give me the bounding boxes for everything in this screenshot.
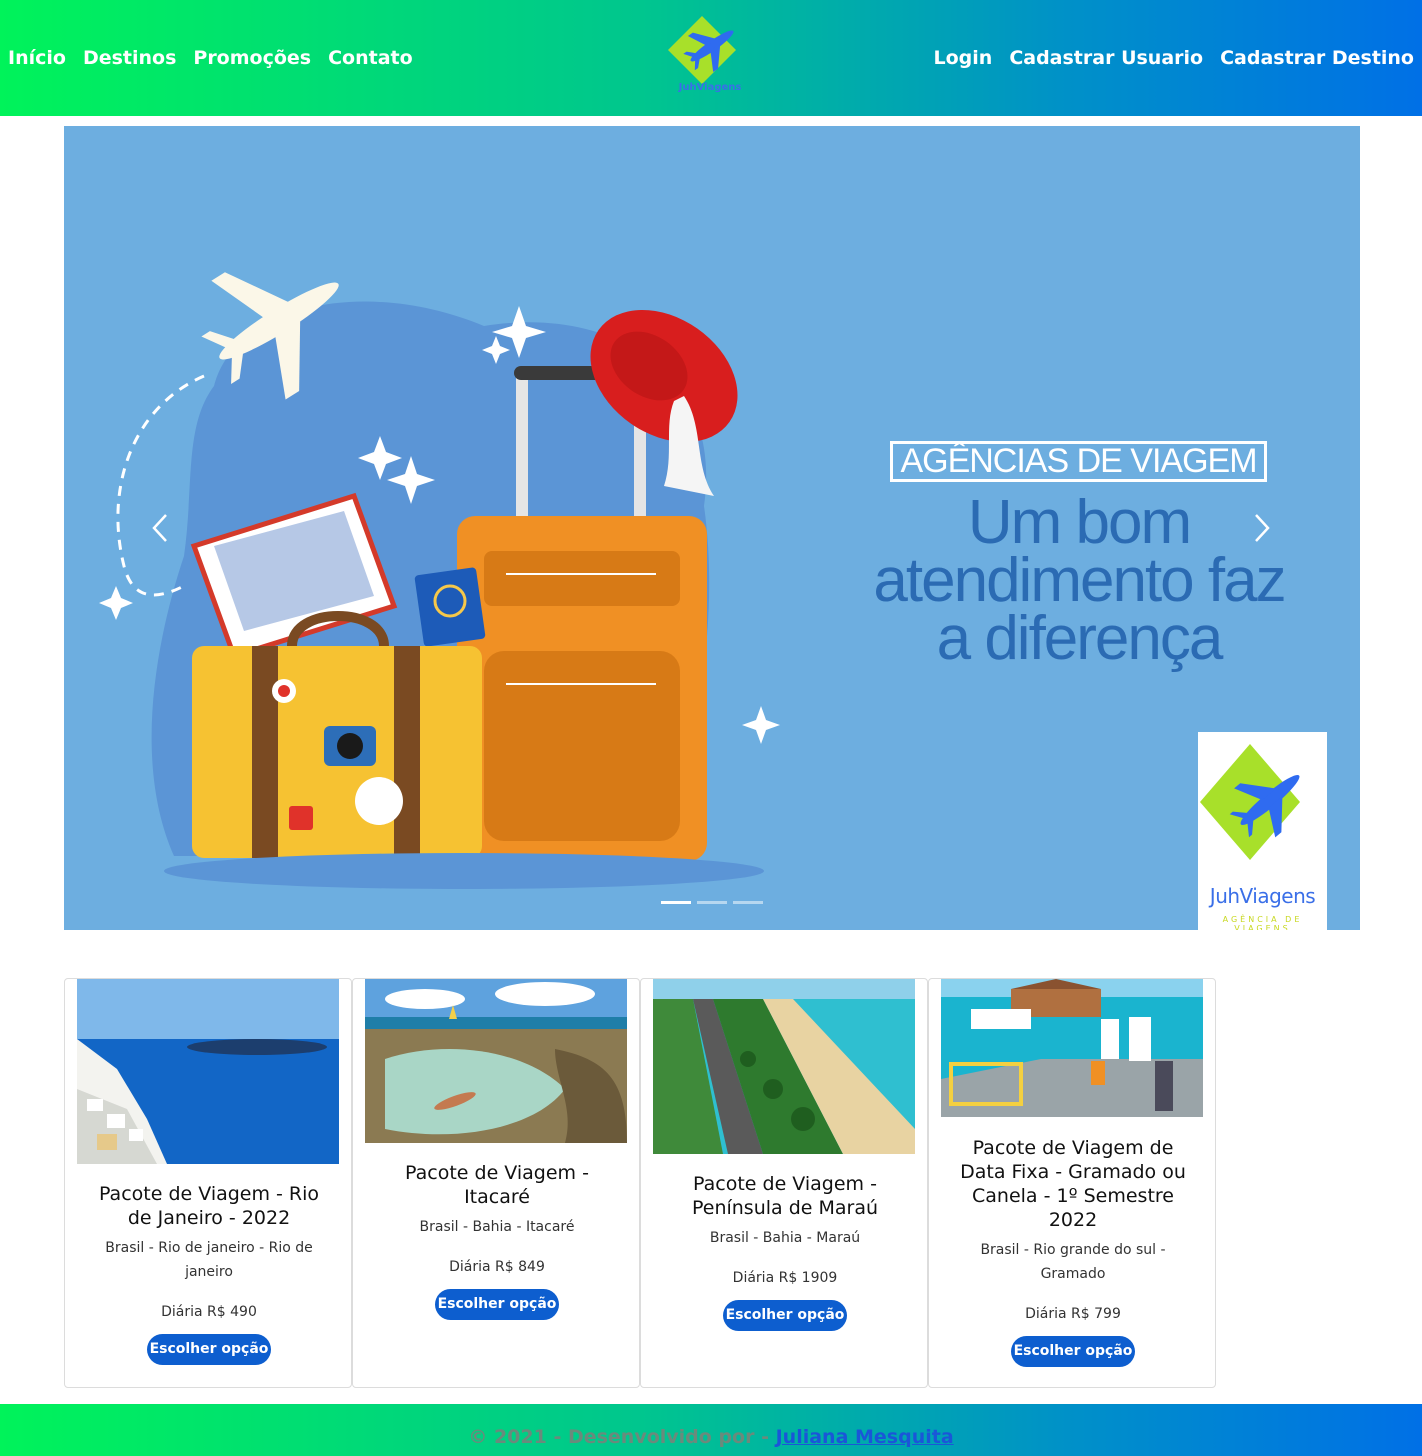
choose-option-button[interactable]: Escolher opção: [1010, 1336, 1136, 1367]
choose-option-button[interactable]: Escolher opção: [146, 1334, 272, 1365]
footer-author-link[interactable]: Juliana Mesquita: [776, 1426, 954, 1448]
nav-link-promocoes[interactable]: Promoções: [193, 47, 311, 69]
choose-option-button[interactable]: Escolher opção: [434, 1289, 560, 1320]
page-footer: © 2021 - Desenvolvido por - Juliana Mesq…: [0, 1404, 1422, 1456]
destination-cards: Pacote de Viagem - Rio de Janeiro - 2022…: [64, 978, 1216, 1388]
card-location: Brasil - Rio de janeiro - Rio de janeiro: [105, 1240, 313, 1280]
nav-right: Login Cadastrar Usuario Cadastrar Destin…: [934, 47, 1415, 69]
footer-text: © 2021 - Desenvolvido por - Juliana Mesq…: [0, 1426, 1422, 1448]
card-title: Pacote de Viagem - Península de Maraú: [691, 1173, 879, 1219]
destination-card: Pacote de Viagem de Data Fixa - Gramado …: [928, 978, 1216, 1388]
banner-brand-sub: AGÊNCIA DE VIAGENS: [1222, 915, 1303, 930]
carousel-prev-button[interactable]: [140, 506, 180, 550]
card-location: Brasil - Bahia - Itacaré: [419, 1219, 575, 1235]
logo-text: JuhViagens: [678, 82, 742, 93]
banner-brand-name: JuhViagens: [1209, 884, 1316, 908]
card-image: [77, 979, 339, 1164]
choose-option-button[interactable]: Escolher opção: [722, 1300, 848, 1331]
nav-link-destinos[interactable]: Destinos: [83, 47, 176, 69]
carousel-indicator[interactable]: [733, 901, 763, 904]
destination-card: Pacote de Viagem - Itacaré Brasil - Bahi…: [352, 978, 640, 1388]
nav-link-cadastrar-destino[interactable]: Cadastrar Destino: [1220, 47, 1414, 69]
chevron-right-icon: [1255, 514, 1270, 542]
hero-carousel: AGÊNCIAS DE VIAGEM Um bom atendimento fa…: [64, 126, 1360, 930]
card-price: Diária R$ 849: [449, 1259, 545, 1275]
carousel-next-button[interactable]: [1242, 506, 1282, 550]
chevron-left-icon: [152, 514, 167, 542]
card-location: Brasil - Bahia - Maraú: [709, 1230, 861, 1246]
card-image: [365, 979, 627, 1143]
nav-link-cadastrar-usuario[interactable]: Cadastrar Usuario: [1009, 47, 1203, 69]
banner-headline: Um bom atendimento faz a diferença: [873, 488, 1286, 673]
card-title: Pacote de Viagem - Rio de Janeiro - 2022: [98, 1183, 320, 1229]
top-navbar: Início Destinos Promoções Contato JuhVia…: [0, 0, 1422, 116]
card-image: [941, 979, 1203, 1117]
card-title: Pacote de Viagem - Itacaré: [405, 1162, 589, 1208]
airplane-logo-icon: [1200, 744, 1300, 860]
nav-link-login[interactable]: Login: [934, 47, 993, 69]
carousel-indicator[interactable]: [661, 901, 691, 904]
card-price: Diária R$ 490: [161, 1304, 257, 1320]
card-price: Diária R$ 1909: [732, 1270, 838, 1286]
card-location: Brasil - Rio grande do sul - Gramado: [980, 1242, 1166, 1282]
card-price: Diária R$ 799: [1025, 1306, 1121, 1322]
banner-badge: AGÊNCIAS DE VIAGEM: [890, 441, 1267, 482]
banner-badge-text: AGÊNCIAS DE VIAGEM: [900, 442, 1257, 480]
card-image: [653, 979, 915, 1154]
nav-link-contato[interactable]: Contato: [328, 47, 413, 69]
nav-left: Início Destinos Promoções Contato: [8, 47, 413, 69]
nav-link-inicio[interactable]: Início: [8, 47, 66, 69]
brand-logo[interactable]: JuhViagens: [664, 12, 756, 104]
banner-brand-logo: JuhViagens AGÊNCIA DE VIAGENS: [1198, 732, 1327, 930]
carousel-indicator[interactable]: [697, 901, 727, 904]
destination-card: Pacote de Viagem - Rio de Janeiro - 2022…: [64, 978, 352, 1388]
card-title: Pacote de Viagem de Data Fixa - Gramado …: [960, 1137, 1186, 1231]
footer-credit: © 2021 - Desenvolvido por -: [468, 1426, 776, 1448]
destination-card: Pacote de Viagem - Península de Maraú Br…: [640, 978, 928, 1388]
carousel-indicators: [661, 901, 763, 904]
